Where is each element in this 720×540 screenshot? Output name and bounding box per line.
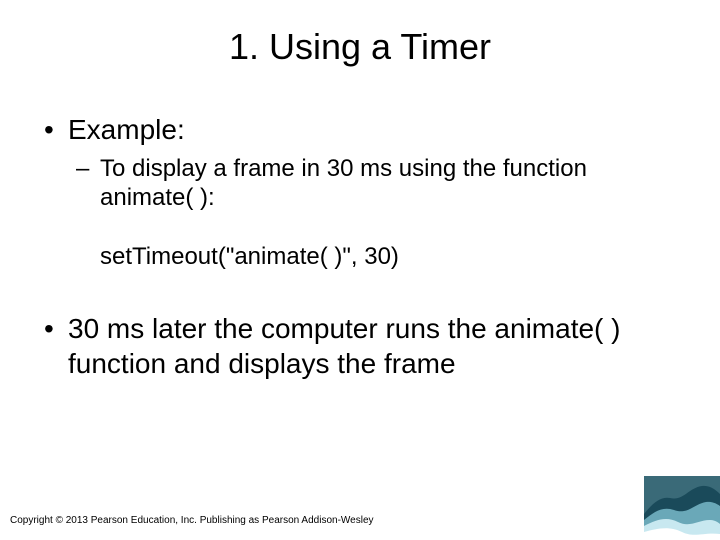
bullet-sub-display: To display a frame in 30 ms using the fu…: [40, 155, 680, 213]
code-text: setTimeout("animate( )", 30): [100, 243, 399, 270]
slide-body: Example: To display a frame in 30 ms usi…: [0, 78, 720, 381]
code-line: setTimeout("animate( )", 30): [40, 243, 680, 272]
bullet-result-text: 30 ms later the computer runs the animat…: [68, 313, 620, 379]
bullet-example-text: Example:: [68, 114, 185, 145]
slide-title: 1. Using a Timer: [0, 0, 720, 78]
wave-image: [644, 476, 720, 540]
copyright-footer: Copyright © 2013 Pearson Education, Inc.…: [10, 515, 374, 526]
bullet-sub-display-text: To display a frame in 30 ms using the fu…: [100, 155, 587, 211]
bullet-result: 30 ms later the computer runs the animat…: [40, 311, 680, 381]
slide: 1. Using a Timer Example: To display a f…: [0, 0, 720, 540]
bullet-example: Example:: [40, 112, 680, 147]
